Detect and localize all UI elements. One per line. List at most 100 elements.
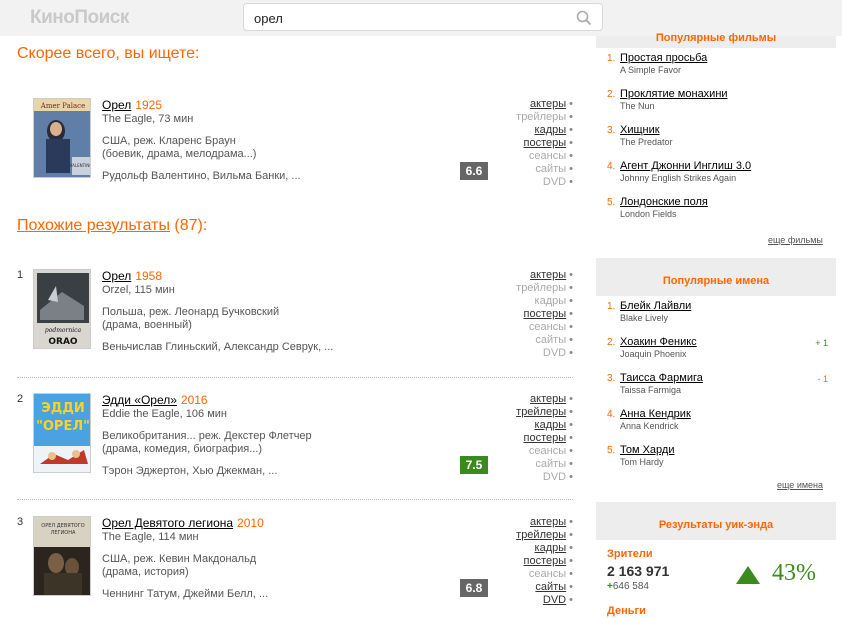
viewers-delta: +646 584: [607, 581, 649, 592]
search-box[interactable]: [243, 3, 603, 31]
film-link-сеансы: сеансы •: [528, 321, 573, 333]
film-title-link[interactable]: Орел Девятого легиона: [102, 516, 233, 530]
best-match-item: Amer Palace VALENTINO Орел 1925 The Eagle…: [17, 98, 573, 198]
sidebar-item-link[interactable]: Хоакин Феникс: [620, 336, 697, 348]
film-link-трейлеры[interactable]: трейлеры •: [513, 529, 573, 542]
result-item: 1 podmornica ORAO Орел 1958 Orzel, 115 ми…: [17, 269, 573, 369]
sidebar-item-link[interactable]: Простая просьба: [620, 52, 707, 64]
film-link-кадры[interactable]: кадры •: [513, 542, 573, 555]
top-bar: КиноПоиск: [0, 0, 842, 36]
film-link-сеансы: сеансы •: [528, 445, 573, 457]
rank-number: 2.: [607, 337, 616, 348]
poster-eddie-the-eagle[interactable]: ЭДДИ "ОРЕЛ": [33, 393, 91, 473]
film-year: 2016: [180, 393, 208, 407]
film-links: актеры • трейлеры • кадры • постеры • сеансы • сай…: [513, 516, 573, 607]
sidebar-list-item: 2. Проклятие монахини The Nun: [596, 84, 836, 120]
result-item: 3 ОРЕЛ ДЕВЯТОГО ЛЕГИОНА Орел Девятого ле…: [17, 516, 573, 616]
popular-films-list: 1. Простая просьба A Simple Favor 2. Проклят…: [596, 48, 836, 232]
film-country-director: Польша, реж. Леонард Бучковский: [102, 306, 280, 318]
film-title-link[interactable]: Орел: [102, 98, 131, 112]
film-original-title: The Eagle, 73 мин: [102, 113, 194, 125]
sidebar-item-link[interactable]: Анна Кендрик: [620, 408, 691, 420]
film-link-актеры[interactable]: актеры •: [513, 98, 573, 111]
poster-eagle-1925[interactable]: Amer Palace VALENTINO: [33, 98, 91, 178]
viewers-value: 2 163 971: [607, 563, 670, 579]
popular-films-panel: Популярные фильмы 1. Простая просьба A Sim…: [596, 32, 836, 232]
film-link-кадры: кадры •: [534, 295, 573, 307]
sidebar-list-item: 1. Простая просьба A Simple Favor: [596, 48, 836, 84]
film-link-кадры[interactable]: кадры •: [513, 124, 573, 137]
sidebar-item-link[interactable]: Таисса Фармига: [620, 372, 703, 384]
weekend-heading: Результаты уик-энда: [658, 519, 774, 531]
title-line: Орел Девятого легиона 2010: [102, 516, 264, 530]
more-films-link[interactable]: еще фильмы: [768, 235, 823, 245]
film-link-актеры[interactable]: актеры •: [513, 269, 573, 282]
sidebar-item-original: The Predator: [620, 137, 673, 147]
sidebar-list-item: 4. Анна Кендрик Anna Kendrick: [596, 404, 836, 440]
sidebar-item-link[interactable]: Блейк Лайвли: [620, 300, 691, 312]
sidebar-item-original: London Fields: [620, 209, 677, 219]
best-match-heading: Скорее всего, вы ищете:: [17, 45, 200, 62]
svg-text:ОРЕЛ ДЕВЯТОГО: ОРЕЛ ДЕВЯТОГО: [41, 523, 84, 529]
title-line: Эдди «Орел» 2016: [102, 393, 208, 407]
film-link-трейлеры[interactable]: трейлеры •: [513, 406, 573, 419]
rank-change: + 1: [815, 338, 828, 348]
sidebar-item-link[interactable]: Проклятие монахини: [620, 88, 728, 100]
title-line: Орел 1925: [102, 98, 162, 112]
rank-number: 1.: [607, 53, 616, 64]
viewers-delta-value: 646 584: [612, 581, 649, 592]
film-links: актеры • трейлеры • кадры • постеры • сеансы • сай…: [513, 269, 573, 360]
film-link-постеры[interactable]: постеры •: [513, 432, 574, 445]
film-link-постеры[interactable]: постеры •: [513, 555, 574, 568]
search-input[interactable]: [254, 9, 564, 27]
film-title-link[interactable]: Эдди «Орел»: [102, 393, 177, 407]
sidebar-item-original: Taissa Farmiga: [620, 385, 682, 395]
sidebar-list-item: 2. Хоакин Феникс Joaquin Phoenix + 1: [596, 332, 836, 368]
film-link-постеры[interactable]: постеры •: [513, 308, 574, 321]
film-original-title: Eddie the Eagle, 106 мин: [102, 408, 227, 420]
film-link-актеры[interactable]: актеры •: [513, 516, 573, 529]
film-original-title: Orzel, 115 мин: [102, 284, 175, 296]
sidebar-item-original: Blake Lively: [620, 313, 669, 323]
sidebar-item-original: The Nun: [620, 101, 655, 111]
rank-number: 3.: [607, 125, 616, 136]
film-link-трейлеры: трейлеры •: [516, 111, 573, 123]
weekend-results-panel: Результаты уик-энда Зрители 2 163 971 +6…: [596, 502, 836, 618]
site-logo[interactable]: КиноПоиск: [30, 7, 129, 29]
sidebar-item-link[interactable]: Лондонские поля: [620, 196, 708, 208]
film-link-DVD[interactable]: DVD •: [513, 594, 573, 607]
rating-badge: 6.6: [460, 162, 488, 180]
viewers-percent: 43%: [772, 560, 816, 586]
svg-text:Amer Palace: Amer Palace: [40, 102, 85, 110]
film-link-сайты: сайты •: [535, 458, 573, 470]
poster-orzel-1958[interactable]: podmornica ORAO: [33, 269, 91, 349]
similar-results-count: (87):: [174, 217, 208, 234]
film-cast: Ченнинг Татум, Джейми Белл, ...: [102, 588, 269, 600]
rank-number: 5.: [607, 445, 616, 456]
rank-change: - 1: [817, 374, 828, 384]
money-label: Деньги: [607, 605, 646, 617]
poster-eagle-ninth-legion[interactable]: ОРЕЛ ДЕВЯТОГО ЛЕГИОНА: [33, 516, 91, 596]
film-link-постеры[interactable]: постеры •: [513, 137, 574, 150]
film-title-link[interactable]: Орел: [102, 269, 131, 283]
similar-results-link[interactable]: Похожие результаты: [17, 217, 170, 234]
film-link-актеры[interactable]: актеры •: [513, 393, 573, 406]
film-link-кадры[interactable]: кадры •: [513, 419, 573, 432]
sidebar-list-item: 1. Блейк Лайвли Blake Lively: [596, 296, 836, 332]
film-link-DVD: DVD •: [542, 347, 573, 359]
sidebar-item-link[interactable]: Том Харди: [620, 444, 674, 456]
rank-number: 5.: [607, 197, 616, 208]
sidebar-item-link[interactable]: Хищник: [620, 124, 660, 136]
sidebar-item-link[interactable]: Агент Джонни Инглиш 3.0: [620, 160, 751, 172]
film-link-сайты[interactable]: сайты •: [513, 581, 573, 594]
svg-text:VALENTINO: VALENTINO: [70, 163, 91, 168]
result-number: 2: [17, 393, 24, 405]
more-names-link[interactable]: еще имена: [777, 480, 823, 490]
film-country-director: США, реж. Кларенс Браун: [102, 135, 236, 147]
film-genres: (драма, история): [102, 566, 189, 578]
rating-badge: 7.5: [460, 456, 488, 474]
search-icon[interactable]: [576, 10, 592, 26]
rank-number: 2.: [607, 89, 616, 100]
viewers-label: Зрители: [607, 548, 653, 560]
popular-films-heading: Популярные фильмы: [655, 32, 777, 44]
